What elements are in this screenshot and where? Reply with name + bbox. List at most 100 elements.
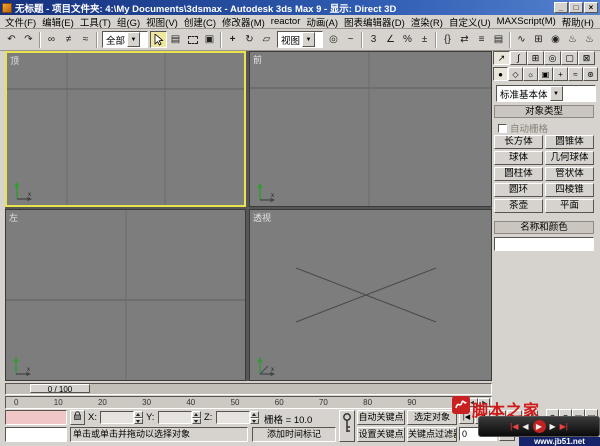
category-helpers-icon[interactable]: + <box>553 67 568 81</box>
viewport-top[interactable]: 顶 x <box>5 51 246 207</box>
named-selection-sets-icon[interactable]: {} <box>439 31 456 48</box>
tab-utilities[interactable]: ⊠ <box>578 51 595 65</box>
primitive-box-button[interactable]: 长方体 <box>494 135 543 149</box>
key-selected-dropdown[interactable]: 选定对象 <box>407 410 457 425</box>
undo-icon[interactable]: ↶ <box>3 31 20 48</box>
z-coordinate-field[interactable] <box>216 411 250 424</box>
menu-modifiers[interactable]: 修改器(M) <box>219 15 268 29</box>
menu-rendering[interactable]: 渲染(R) <box>408 15 446 29</box>
menu-reactor[interactable]: reactor <box>268 16 304 27</box>
category-geometry-icon[interactable]: ● <box>493 67 508 81</box>
primitive-category-dropdown[interactable]: 标准基本体 ▼ <box>496 85 596 102</box>
tab-display[interactable]: ▢ <box>561 51 578 65</box>
viewport-label[interactable]: 顶 <box>10 54 19 67</box>
menu-customize[interactable]: 自定义(U) <box>446 15 494 29</box>
y-coordinate-field[interactable] <box>158 411 192 424</box>
menu-views[interactable]: 视图(V) <box>143 15 181 29</box>
tab-hierarchy[interactable]: ⊞ <box>527 51 544 65</box>
x-coordinate-field[interactable] <box>100 411 134 424</box>
menu-edit[interactable]: 编辑(E) <box>39 15 77 29</box>
use-pivot-center-icon[interactable]: ◎ <box>325 31 342 48</box>
primitive-teapot-button[interactable]: 茶壶 <box>494 199 543 213</box>
viewport-front[interactable]: 前 x <box>249 51 492 207</box>
autogrid-checkbox[interactable] <box>498 123 507 133</box>
material-editor-icon[interactable]: ◉ <box>547 31 564 48</box>
menu-animation[interactable]: 动画(A) <box>303 15 341 29</box>
curve-editor-icon[interactable]: ∿ <box>513 31 530 48</box>
maxscript-macro-recorder[interactable] <box>5 410 67 425</box>
coordinate-system-dropdown[interactable]: 视图 ▼ <box>277 31 323 48</box>
primitive-pyramid-button[interactable]: 四棱锥 <box>545 183 594 197</box>
select-and-link-icon[interactable]: ∞ <box>43 31 60 48</box>
menu-group[interactable]: 组(G) <box>114 15 143 29</box>
viewport-label[interactable]: 左 <box>9 211 18 224</box>
minimize-button[interactable]: _ <box>554 2 568 13</box>
viewport-label[interactable]: 前 <box>253 53 262 66</box>
menu-help[interactable]: 帮助(H) <box>559 15 597 29</box>
primitive-geosphere-button[interactable]: 几何球体 <box>545 151 594 165</box>
auto-key-button[interactable]: 自动关键点 <box>357 410 405 425</box>
primitive-torus-button[interactable]: 圆环 <box>494 183 543 197</box>
selection-filter-dropdown[interactable]: 全部 ▼ <box>102 31 148 48</box>
primitive-cylinder-button[interactable]: 圆柱体 <box>494 167 543 181</box>
tab-create[interactable]: ↗ <box>493 51 510 65</box>
set-key-button[interactable]: 设置关键点 <box>357 427 405 442</box>
z-spinner[interactable] <box>250 411 259 424</box>
render-setup-icon[interactable]: ♨ <box>564 31 581 48</box>
selection-region-icon[interactable] <box>184 31 201 48</box>
transform-lock-button[interactable] <box>70 410 85 425</box>
window-crossing-icon[interactable]: ▣ <box>201 31 218 48</box>
schematic-view-icon[interactable]: ⊞ <box>530 31 547 48</box>
category-systems-icon[interactable]: ⊛ <box>583 67 598 81</box>
spinner-snap-icon[interactable]: ± <box>416 31 433 48</box>
category-spacewarps-icon[interactable]: ≈ <box>568 67 583 81</box>
align-icon[interactable]: ≡ <box>473 31 490 48</box>
menu-file[interactable]: 文件(F) <box>2 15 39 29</box>
rollout-object-type[interactable]: 对象类型 <box>494 105 594 118</box>
percent-snap-icon[interactable]: % <box>399 31 416 48</box>
rollout-name-color[interactable]: 名称和颜色 <box>494 221 594 234</box>
menu-create[interactable]: 创建(C) <box>181 15 219 29</box>
quick-render-icon[interactable]: ♨ <box>581 31 598 48</box>
select-and-manipulate-icon[interactable]: ~ <box>342 31 359 48</box>
set-keys-button[interactable] <box>339 410 355 442</box>
primitive-tube-button[interactable]: 管状体 <box>545 167 594 181</box>
add-time-tag[interactable]: 添加时间标记 <box>252 427 336 442</box>
select-and-scale-icon[interactable]: ▱ <box>258 31 275 48</box>
y-spinner[interactable] <box>192 411 201 424</box>
snap-toggle-3d-icon[interactable]: 3 <box>365 31 382 48</box>
primitive-cone-button[interactable]: 圆锥体 <box>545 135 594 149</box>
angle-snap-icon[interactable]: ∠ <box>382 31 399 48</box>
select-and-rotate-icon[interactable]: ↻ <box>241 31 258 48</box>
tab-modify[interactable]: ∫ <box>510 51 527 65</box>
mirror-icon[interactable]: ⇄ <box>456 31 473 48</box>
close-button[interactable]: × <box>584 2 598 13</box>
redo-icon[interactable]: ↷ <box>20 31 37 48</box>
menu-tools[interactable]: 工具(T) <box>77 15 114 29</box>
unlink-selection-icon[interactable]: ≠ <box>60 31 77 48</box>
time-slider-track[interactable]: 0 / 100 <box>5 383 492 395</box>
tab-motion[interactable]: ◎ <box>544 51 561 65</box>
category-shapes-icon[interactable]: ◇ <box>508 67 523 81</box>
track-bar[interactable]: 0 10 20 30 40 50 60 70 80 90 100 ◀ ▶ <box>5 396 492 409</box>
object-name-input[interactable] <box>494 237 594 251</box>
layer-manager-icon[interactable]: ▤ <box>490 31 507 48</box>
select-by-name-icon[interactable]: ▤ <box>167 31 184 48</box>
maxscript-mini-listener[interactable] <box>5 427 67 442</box>
category-lights-icon[interactable]: ☼ <box>523 67 538 81</box>
select-object-button[interactable] <box>150 31 167 48</box>
bind-to-spacewarp-icon[interactable]: ≈ <box>77 31 94 48</box>
primitive-plane-button[interactable]: 平面 <box>545 199 594 213</box>
select-and-move-icon[interactable]: + <box>224 31 241 48</box>
time-slider-thumb[interactable]: 0 / 100 <box>30 384 90 394</box>
menu-maxscript[interactable]: MAXScript(M) <box>494 16 559 27</box>
maximize-button[interactable]: □ <box>569 2 583 13</box>
viewport-label[interactable]: 透视 <box>253 211 271 224</box>
viewport-perspective[interactable]: 透视 x <box>249 209 492 381</box>
category-cameras-icon[interactable]: ▣ <box>538 67 553 81</box>
x-spinner[interactable] <box>134 411 143 424</box>
menu-graph-editors[interactable]: 图表编辑器(D) <box>341 15 408 29</box>
viewport-left[interactable]: 左 x <box>5 209 246 381</box>
key-filters-button[interactable]: 关键点过滤器 <box>407 427 457 442</box>
primitive-sphere-button[interactable]: 球体 <box>494 151 543 165</box>
